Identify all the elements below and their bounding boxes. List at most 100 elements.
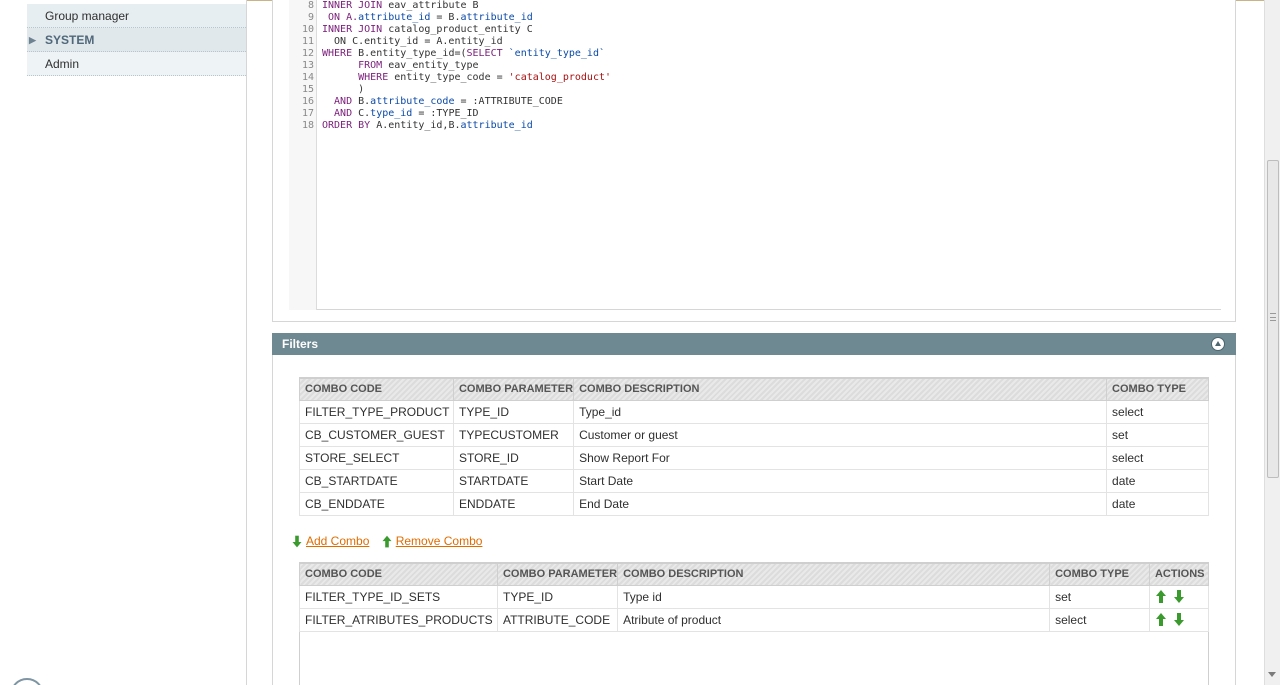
code-token: = B. <box>430 12 461 23</box>
code-token: C. <box>352 108 371 119</box>
move-up-icon[interactable] <box>1155 612 1167 627</box>
filters-panel-header[interactable]: Filters <box>272 333 1236 355</box>
scroll-down-icon[interactable] <box>1268 672 1276 677</box>
sidebar-item-label: SYSTEM <box>45 33 95 47</box>
table-row[interactable]: CB_STARTDATE STARTDATE Start Date date <box>299 468 1209 493</box>
column-header[interactable]: COMBO PARAMETER <box>452 377 575 401</box>
code-token: B. <box>352 96 371 107</box>
code-token: INNER JOIN <box>322 0 383 11</box>
sidebar-item-admin[interactable]: Admin <box>27 52 246 76</box>
line-number: 16 <box>301 96 314 107</box>
column-header[interactable]: COMBO TYPE <box>1049 562 1150 586</box>
table-cell: Show Report For <box>573 445 1108 470</box>
code-token: eav_attribute B <box>382 0 479 11</box>
filters-title: Filters <box>282 337 319 351</box>
table-cell: ATTRIBUTE_CODE <box>496 607 619 632</box>
column-header[interactable]: COMBO PARAMETER <box>496 562 619 586</box>
code-token: = :ATTRIBUTE_CODE <box>454 96 563 107</box>
code-token: SELECT <box>466 48 503 59</box>
available-combos-table: COMBO CODE COMBO PARAMETER COMBO DESCRIPTI… <box>299 377 1209 516</box>
sidebar-item-system[interactable]: ▶ SYSTEM <box>27 28 246 52</box>
code-text: AND C.type_id = :TYPE_ID <box>322 108 479 120</box>
code-token: AND <box>322 96 353 107</box>
line-number: 12 <box>301 48 314 59</box>
move-down-icon[interactable] <box>1173 612 1185 627</box>
code-token: attribute_code <box>370 96 455 107</box>
table-row[interactable]: FILTER_TYPE_PRODUCT TYPE_ID Type_id select <box>299 399 1209 424</box>
help-circle-icon[interactable] <box>10 678 44 685</box>
row-actions <box>1148 584 1210 609</box>
code-text: ON C.entity_id = A.entity_id <box>322 36 503 48</box>
table-cell: date <box>1106 491 1209 516</box>
code-token: ORDER BY <box>322 120 371 131</box>
table-cell: TYPE_ID <box>496 584 619 609</box>
code-text: INNER JOIN eav_attribute B <box>322 0 479 12</box>
code-text: WHERE entity_type_code = 'catalog_produc… <box>322 72 611 84</box>
code-token: ON C.entity_id = A.entity_id <box>322 36 503 47</box>
sql-code-editor[interactable]: 8 INNER JOIN eav_attribute B9 ON A.attrib… <box>272 0 1236 322</box>
table-cell: Customer or guest <box>573 422 1108 447</box>
column-header[interactable]: ACTIONS <box>1148 562 1210 586</box>
table-cell: STORE_ID <box>452 445 575 470</box>
move-down-icon[interactable] <box>1173 589 1185 604</box>
table-cell: TYPECUSTOMER <box>452 422 575 447</box>
move-up-icon[interactable] <box>1155 589 1167 604</box>
arrow-down-icon <box>292 535 303 549</box>
table-row[interactable]: FILTER_TYPE_ID_SETS TYPE_ID Type id set <box>299 584 1210 609</box>
remove-combo-link[interactable]: Remove Combo <box>396 534 483 548</box>
table-cell: select <box>1106 399 1209 424</box>
table-cell: End Date <box>573 491 1108 516</box>
sidebar: Group manager ▶ SYSTEM Admin <box>0 0 247 685</box>
code-token: eav_entity_type <box>382 60 479 71</box>
code-token: `entity_type_id` <box>508 48 605 59</box>
sidebar-item-label: Admin <box>45 57 80 71</box>
column-header[interactable]: COMBO TYPE <box>1106 377 1209 401</box>
line-number: 8 <box>307 0 314 11</box>
line-number: 11 <box>301 36 314 47</box>
column-header[interactable]: COMBO CODE <box>299 562 498 586</box>
table-cell: set <box>1049 584 1150 609</box>
line-number: 13 <box>301 60 314 71</box>
line-number: 17 <box>301 108 314 119</box>
code-token: ) <box>322 84 365 95</box>
code-token: FROM <box>358 60 383 71</box>
code-text: ) <box>322 84 364 96</box>
caret-right-icon: ▶ <box>29 35 36 45</box>
line-number: 15 <box>301 84 314 95</box>
row-actions <box>1148 607 1210 632</box>
table-cell: date <box>1106 468 1209 493</box>
code-editor-area[interactable]: 8 INNER JOIN eav_attribute B9 ON A.attrib… <box>289 0 1221 310</box>
line-number: 14 <box>301 72 314 83</box>
collapse-icon[interactable] <box>1211 337 1225 351</box>
table-row[interactable]: STORE_SELECT STORE_ID Show Report For selec… <box>299 445 1209 470</box>
column-header[interactable]: COMBO DESCRIPTION <box>573 377 1108 401</box>
scrollbar-thumb[interactable] <box>1267 160 1279 478</box>
column-header[interactable]: COMBO DESCRIPTION <box>617 562 1051 586</box>
table-cell: Type id <box>617 584 1051 609</box>
combo-actions: Add Combo Remove Combo <box>291 534 490 552</box>
page-scrollbar[interactable] <box>1264 0 1280 685</box>
table-cell: CB_CUSTOMER_GUEST <box>299 422 454 447</box>
table-cell: CB_STARTDATE <box>299 468 454 493</box>
code-text: FROM eav_entity_type <box>322 60 479 72</box>
table-cell: TYPE_ID <box>452 399 575 424</box>
table-row[interactable]: CB_CUSTOMER_GUEST TYPECUSTOMER Customer or… <box>299 422 1209 447</box>
table-cell: CB_ENDDATE <box>299 491 454 516</box>
table-cell: STORE_SELECT <box>299 445 454 470</box>
code-token: type_id <box>370 108 413 119</box>
code-token: ON A. <box>322 12 359 23</box>
sidebar-item-group-manager[interactable]: Group manager <box>27 4 246 28</box>
code-token: 'catalog_product' <box>508 72 612 83</box>
table-row[interactable]: CB_ENDDATE ENDDATE End Date date <box>299 491 1209 516</box>
code-token: attribute_id <box>358 12 431 23</box>
table-cell: Start Date <box>573 468 1108 493</box>
table-empty-area <box>299 632 1209 685</box>
table-row[interactable]: FILTER_ATRIBUTES_PRODUCTS ATTRIBUTE_CODE A… <box>299 607 1210 632</box>
column-header[interactable]: COMBO CODE <box>299 377 454 401</box>
add-combo-link[interactable]: Add Combo <box>306 534 369 548</box>
line-number: 10 <box>301 24 314 35</box>
table-cell: Type_id <box>573 399 1108 424</box>
table-cell: set <box>1106 422 1209 447</box>
